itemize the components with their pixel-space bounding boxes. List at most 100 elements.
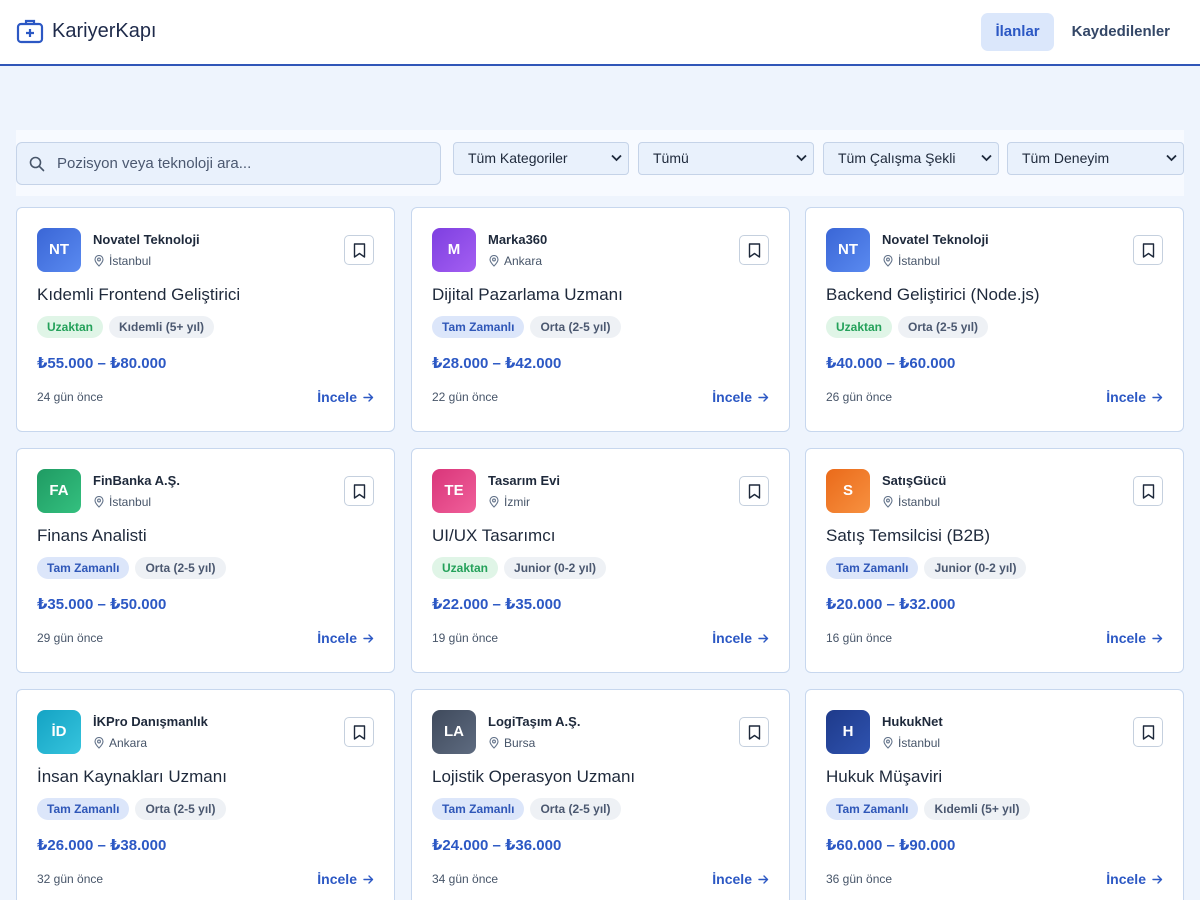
brand-name: KariyerKapı bbox=[52, 19, 157, 42]
bookmark-icon bbox=[748, 243, 761, 258]
work-type-badge: Tam Zamanlı bbox=[37, 798, 130, 820]
salary-range: ₺22.000 – ₺35.000 bbox=[432, 596, 562, 613]
view-job-link[interactable]: İncele bbox=[317, 389, 374, 405]
view-job-link[interactable]: İncele bbox=[317, 871, 374, 887]
save-job-button[interactable] bbox=[739, 476, 769, 506]
experience-badge: Junior (0-2 yıl) bbox=[504, 557, 607, 579]
job-title[interactable]: İnsan Kaynakları Uzmanı bbox=[37, 767, 227, 787]
posted-date: 19 gün önce bbox=[432, 631, 499, 645]
company-avatar: NT bbox=[37, 228, 81, 272]
view-job-label: İncele bbox=[712, 389, 752, 405]
job-card[interactable]: FA FinBanka A.Ş. İstanbul Finans Analist… bbox=[16, 448, 395, 673]
view-job-label: İncele bbox=[1106, 630, 1146, 646]
posted-date: 26 gün önce bbox=[826, 390, 893, 404]
posted-date: 36 gün önce bbox=[826, 872, 893, 886]
work-type-badge: Tam Zamanlı bbox=[432, 798, 525, 820]
save-job-button[interactable] bbox=[1133, 476, 1163, 506]
save-job-button[interactable] bbox=[739, 235, 769, 265]
arrow-right-icon bbox=[363, 633, 374, 643]
job-location: İzmir bbox=[488, 495, 530, 509]
bookmark-icon bbox=[353, 243, 366, 258]
experience-badge: Kıdemli (5+ yıl) bbox=[924, 798, 1030, 820]
map-pin-icon bbox=[883, 255, 893, 267]
brand-logo[interactable]: KariyerKapı bbox=[16, 18, 157, 44]
company-name: İKPro Danışmanlık bbox=[93, 714, 208, 729]
view-job-label: İncele bbox=[712, 630, 752, 646]
job-title[interactable]: Dijital Pazarlama Uzmanı bbox=[432, 285, 623, 305]
posted-date: 32 gün önce bbox=[37, 872, 104, 886]
arrow-right-icon bbox=[1152, 874, 1163, 884]
job-title[interactable]: Finans Analisti bbox=[37, 526, 147, 546]
arrow-right-icon bbox=[363, 392, 374, 402]
job-title[interactable]: Kıdemli Frontend Geliştirici bbox=[37, 285, 240, 305]
view-job-label: İncele bbox=[317, 630, 357, 646]
map-pin-icon bbox=[94, 496, 104, 508]
save-job-button[interactable] bbox=[739, 717, 769, 747]
company-name: SatışGücü bbox=[882, 473, 947, 488]
nav-saved[interactable]: Kaydedilenler bbox=[1058, 13, 1184, 51]
work-type-badge: Tam Zamanlı bbox=[432, 316, 525, 338]
category-select[interactable]: Tüm Kategoriler bbox=[453, 142, 629, 175]
view-job-label: İncele bbox=[317, 389, 357, 405]
location-text: İstanbul bbox=[109, 495, 152, 509]
job-location: İstanbul bbox=[882, 254, 940, 268]
work-type-badge: Uzaktan bbox=[432, 557, 499, 579]
view-job-link[interactable]: İncele bbox=[1106, 871, 1163, 887]
salary-range: ₺40.000 – ₺60.000 bbox=[826, 355, 956, 372]
view-job-link[interactable]: İncele bbox=[317, 630, 374, 646]
company-avatar: TE bbox=[432, 469, 476, 513]
job-title[interactable]: Backend Geliştirici (Node.js) bbox=[826, 285, 1040, 305]
location-text: Ankara bbox=[109, 736, 148, 750]
salary-range: ₺24.000 – ₺36.000 bbox=[432, 837, 562, 854]
job-title[interactable]: Lojistik Operasyon Uzmanı bbox=[432, 767, 635, 787]
view-job-link[interactable]: İncele bbox=[712, 871, 769, 887]
save-job-button[interactable] bbox=[1133, 717, 1163, 747]
job-card[interactable]: H HukukNet İstanbul Hukuk Müşaviri Tam Z… bbox=[805, 689, 1184, 900]
nav-jobs[interactable]: İlanlar bbox=[981, 13, 1054, 51]
chevron-down-icon bbox=[611, 154, 622, 162]
job-card[interactable]: LA LogiTaşım A.Ş. Bursa Lojistik Operasy… bbox=[411, 689, 790, 900]
view-job-link[interactable]: İncele bbox=[1106, 630, 1163, 646]
location-text: Ankara bbox=[504, 254, 543, 268]
company-avatar: FA bbox=[37, 469, 81, 513]
company-name: Novatel Teknoloji bbox=[93, 232, 200, 247]
job-card[interactable]: M Marka360 Ankara Dijital Pazarlama Uzma… bbox=[411, 207, 790, 432]
work-mode-select-value: Tüm Çalışma Şekli bbox=[838, 150, 956, 166]
view-job-link[interactable]: İncele bbox=[712, 630, 769, 646]
view-job-link[interactable]: İncele bbox=[1106, 389, 1163, 405]
search-icon bbox=[29, 156, 45, 172]
salary-range: ₺26.000 – ₺38.000 bbox=[37, 837, 167, 854]
work-mode-select[interactable]: Tüm Çalışma Şekli bbox=[823, 142, 999, 175]
briefcase-icon bbox=[16, 19, 44, 44]
job-type-select-value: Tümü bbox=[653, 150, 689, 166]
save-job-button[interactable] bbox=[344, 717, 374, 747]
experience-select[interactable]: Tüm Deneyim bbox=[1007, 142, 1184, 175]
company-name: Novatel Teknoloji bbox=[882, 232, 989, 247]
job-card[interactable]: TE Tasarım Evi İzmir UI/UX Tasarımcı Uza… bbox=[411, 448, 790, 673]
experience-badge: Junior (0-2 yıl) bbox=[924, 557, 1027, 579]
company-avatar: S bbox=[826, 469, 870, 513]
experience-select-value: Tüm Deneyim bbox=[1022, 150, 1110, 166]
job-card[interactable]: NT Novatel Teknoloji İstanbul Backend Ge… bbox=[805, 207, 1184, 432]
search-box bbox=[16, 142, 441, 185]
search-input[interactable] bbox=[57, 143, 435, 184]
job-tags: Tam Zamanlı Orta (2-5 yıl) bbox=[37, 798, 232, 820]
location-text: Bursa bbox=[504, 736, 536, 750]
save-job-button[interactable] bbox=[1133, 235, 1163, 265]
save-job-button[interactable] bbox=[344, 235, 374, 265]
job-card[interactable]: İD İKPro Danışmanlık Ankara İnsan Kaynak… bbox=[16, 689, 395, 900]
salary-range: ₺35.000 – ₺50.000 bbox=[37, 596, 167, 613]
job-type-select[interactable]: Tümü bbox=[638, 142, 814, 175]
save-job-button[interactable] bbox=[344, 476, 374, 506]
view-job-label: İncele bbox=[712, 871, 752, 887]
map-pin-icon bbox=[94, 737, 104, 749]
posted-date: 29 gün önce bbox=[37, 631, 104, 645]
job-card[interactable]: NT Novatel Teknoloji İstanbul Kıdemli Fr… bbox=[16, 207, 395, 432]
job-title[interactable]: Hukuk Müşaviri bbox=[826, 767, 942, 787]
job-title[interactable]: Satış Temsilcisi (B2B) bbox=[826, 526, 990, 546]
filter-bar: Tüm Kategoriler Tümü Tüm Çalışma Şekli T… bbox=[16, 130, 1184, 196]
job-title[interactable]: UI/UX Tasarımcı bbox=[432, 526, 555, 546]
job-location: Ankara bbox=[93, 736, 147, 750]
view-job-link[interactable]: İncele bbox=[712, 389, 769, 405]
job-card[interactable]: S SatışGücü İstanbul Satış Temsilcisi (B… bbox=[805, 448, 1184, 673]
